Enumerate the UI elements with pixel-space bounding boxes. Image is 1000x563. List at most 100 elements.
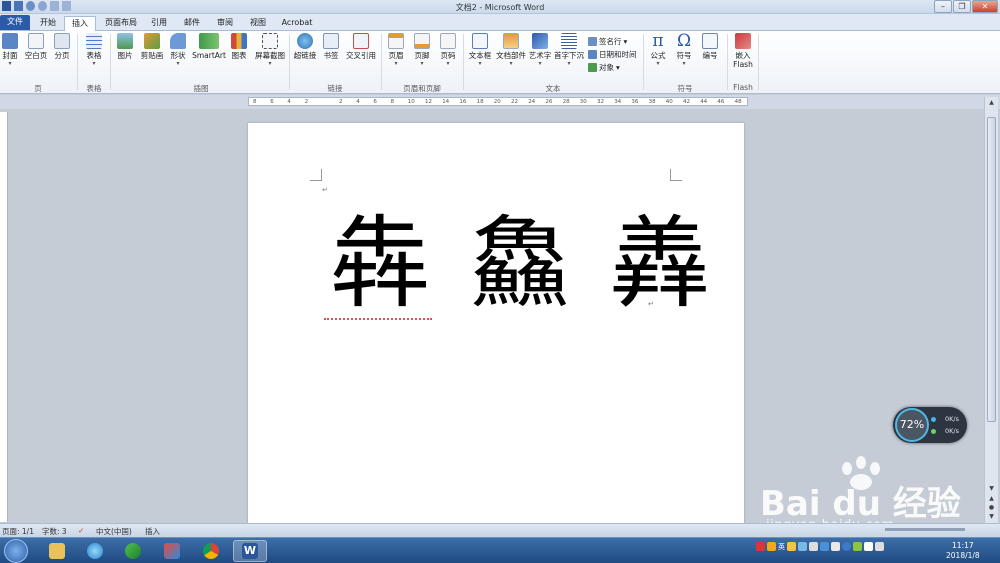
tray-app-icon[interactable] (853, 542, 862, 551)
signature-line-button[interactable]: 签名行 ▾ (588, 36, 627, 47)
cover-page-button[interactable]: 封面 ▾ (0, 33, 20, 81)
drop-cap-icon (561, 33, 577, 49)
scrollbar-thumb[interactable] (987, 117, 996, 422)
vertical-ruler[interactable] (0, 112, 8, 522)
tab-view[interactable]: 视图 (244, 16, 272, 31)
close-button[interactable]: ✕ (972, 0, 998, 13)
word-count[interactable]: 字数: 3 (42, 526, 67, 537)
tray-app-icon[interactable] (820, 542, 829, 551)
blank-page-button[interactable]: 空白页 (22, 33, 50, 81)
ruler-tick-label: 24 (528, 99, 536, 105)
redo-icon[interactable] (38, 1, 47, 11)
network-icon[interactable] (864, 542, 873, 551)
smartart-button[interactable]: SmartArt (191, 33, 227, 81)
paragraph-mark: ↵ (648, 300, 654, 308)
document-page[interactable]: ↵ 犇 鱻 羴 ↵ (248, 123, 744, 525)
zoom-slider[interactable] (885, 528, 965, 531)
system-tray: 英 (756, 542, 884, 551)
ruler-tick-label: 26 (545, 99, 553, 105)
taskbar-explorer[interactable] (40, 540, 74, 562)
omega-icon: Ω (676, 31, 692, 51)
date-time-button[interactable]: 日期和时间 (588, 49, 637, 60)
object-button[interactable]: 对象 ▾ (588, 62, 620, 73)
tab-acrobat[interactable]: Acrobat (278, 16, 316, 31)
page-number-button[interactable]: 页码 ▾ (437, 33, 459, 81)
taskbar-word[interactable]: W (233, 540, 267, 562)
group-divider (289, 34, 290, 90)
table-button[interactable]: 表格 ▾ (82, 33, 106, 81)
scroll-up-icon[interactable]: ▲ (987, 99, 996, 107)
cross-reference-button[interactable]: 交叉引用 (344, 33, 378, 81)
tray-app-icon[interactable] (756, 542, 765, 551)
shapes-button[interactable]: 形状 ▾ (167, 33, 189, 81)
number-button[interactable]: 编号 (699, 33, 721, 81)
next-page-icon[interactable]: ▼ (987, 513, 996, 521)
tab-references[interactable]: 引用 (145, 16, 173, 31)
restore-button[interactable]: ❐ (953, 0, 971, 13)
footer-button[interactable]: 页脚 ▾ (411, 33, 433, 81)
help-icon[interactable] (842, 542, 851, 551)
system-clock[interactable]: 11:17 2018/1/8 (946, 541, 980, 561)
tab-page-layout[interactable]: 页面布局 (100, 16, 142, 31)
document-text[interactable]: 犇 鱻 羴 (330, 209, 714, 319)
dropdown-arrow-icon: ▾ (478, 60, 482, 67)
dropdown-arrow-icon: ▾ (623, 37, 628, 46)
calendar-icon (588, 50, 597, 59)
tab-home[interactable]: 开始 (33, 16, 63, 31)
tray-app-icon[interactable] (831, 542, 840, 551)
browse-object-icon[interactable]: ● (987, 504, 996, 512)
tray-app-icon[interactable] (787, 542, 796, 551)
keyboard-icon[interactable] (809, 542, 818, 551)
drop-cap-button[interactable]: 首字下沉 ▾ (553, 33, 585, 81)
volume-icon[interactable] (875, 542, 884, 551)
header-button[interactable]: 页眉 ▾ (385, 33, 407, 81)
horizontal-ruler[interactable]: 8 6 4 2 2 4 6 8 10 12 14 16 18 20 22 24 26 28 30 32 34 36 38 40… (248, 97, 748, 106)
taskbar-video-app[interactable] (155, 540, 189, 562)
proofing-icon[interactable]: ✓ (78, 526, 84, 535)
tab-file[interactable]: 文件 (0, 15, 30, 30)
start-button[interactable] (4, 539, 28, 563)
dropdown-arrow-icon: ▾ (446, 60, 450, 67)
save-icon[interactable] (14, 1, 23, 11)
embed-flash-button[interactable]: 嵌入 Flash (731, 33, 755, 81)
clipart-button[interactable]: 剪贴画 (138, 33, 166, 81)
picture-button[interactable]: 图片 (114, 33, 136, 81)
textbox-button[interactable]: 文本框 ▾ (467, 33, 493, 81)
language-indicator[interactable]: 中文(中国) (96, 526, 132, 537)
insert-mode-indicator[interactable]: 插入 (145, 526, 160, 537)
group-label-symbols: 符号 (677, 84, 693, 93)
chart-button[interactable]: 图表 (228, 33, 250, 81)
undo-icon[interactable] (26, 1, 35, 11)
print-preview-icon[interactable] (50, 1, 59, 11)
taskbar-media-player[interactable] (116, 540, 150, 562)
scroll-down-icon[interactable]: ▼ (987, 485, 996, 493)
tab-insert[interactable]: 插入 (64, 16, 96, 31)
previous-page-icon[interactable]: ▲ (987, 495, 996, 503)
wordart-button[interactable]: 艺术字 ▾ (528, 33, 552, 81)
quick-print-icon[interactable] (62, 1, 71, 11)
ime-indicator[interactable]: 英 (778, 542, 785, 551)
equation-button[interactable]: π 公式 ▾ (647, 33, 669, 81)
hyperlink-button[interactable]: 超链接 (292, 33, 318, 81)
tray-app-icon[interactable] (798, 542, 807, 551)
minimize-button[interactable]: – (934, 0, 952, 13)
screenshot-button[interactable]: 屏幕截图 ▾ (252, 33, 288, 81)
page-count[interactable]: 页面: 1/1 (2, 526, 34, 537)
dropdown-arrow-icon: ▾ (567, 60, 571, 67)
symbol-button[interactable]: Ω 符号 ▾ (673, 33, 695, 81)
tab-review[interactable]: 审阅 (211, 16, 239, 31)
vertical-scrollbar[interactable]: ▲ ▼ ▲ ● ▼ (984, 97, 998, 523)
taskbar-chrome[interactable] (194, 540, 228, 562)
tab-mailings[interactable]: 邮件 (178, 16, 206, 31)
bookmark-button[interactable]: 书签 (320, 33, 342, 81)
paragraph-mark: ↵ (322, 186, 328, 194)
dropdown-arrow-icon: ▾ (509, 60, 513, 67)
page-break-button[interactable]: 分页 (52, 33, 72, 81)
group-label-text: 文本 (545, 84, 561, 93)
quick-parts-button[interactable]: 文档部件 ▾ (495, 33, 527, 81)
network-speed-widget[interactable]: 72% 0K/s 0K/s (893, 407, 967, 443)
taskbar-browser[interactable] (78, 540, 112, 562)
dropdown-arrow-icon: ▾ (538, 60, 542, 67)
ruler-tick-label: 22 (511, 99, 518, 105)
tray-app-icon[interactable] (767, 542, 776, 551)
